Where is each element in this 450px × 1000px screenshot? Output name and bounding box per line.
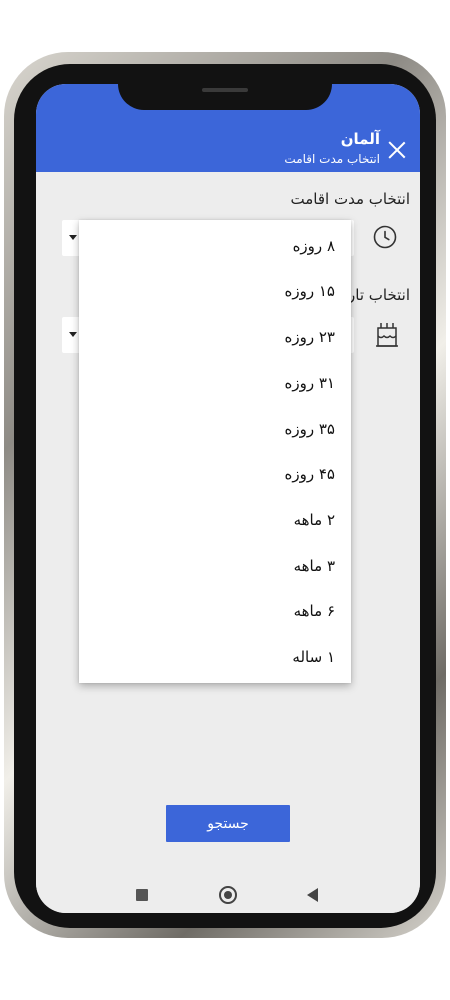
system-nav-bar xyxy=(36,879,420,913)
recents-square-icon[interactable] xyxy=(136,889,148,901)
dropdown-option[interactable]: ۸ روزه xyxy=(293,237,335,255)
app-subtitle: انتخاب مدت اقامت xyxy=(284,152,380,166)
dropdown-option[interactable]: ۳ ماهه xyxy=(294,557,335,575)
back-triangle-icon[interactable] xyxy=(307,888,318,902)
dropdown-option[interactable]: ۱ ساله xyxy=(292,648,335,666)
date-label: انتخاب تار xyxy=(348,286,410,304)
dropdown-arrow-icon[interactable] xyxy=(69,332,77,337)
screen: آلمان انتخاب مدت اقامت انتخاب مدت اقامت … xyxy=(36,84,420,913)
duration-dropdown-menu: ۸ روزه ۱۵ روزه ۲۳ روزه ۳۱ روزه ۳۵ روزه ۴… xyxy=(79,220,351,683)
home-circle-icon[interactable] xyxy=(219,886,237,904)
clock-icon xyxy=(373,225,397,249)
dropdown-option[interactable]: ۶ ماهه xyxy=(294,602,335,620)
dropdown-arrow-icon[interactable] xyxy=(69,235,77,240)
search-button[interactable]: جستجو xyxy=(166,805,290,842)
dropdown-option[interactable]: ۴۵ روزه xyxy=(285,465,335,483)
dropdown-option[interactable]: ۳۵ روزه xyxy=(285,420,335,438)
cake-icon xyxy=(376,323,398,347)
speaker-grille xyxy=(202,88,248,92)
dropdown-option[interactable]: ۳۱ روزه xyxy=(285,374,335,392)
dropdown-option[interactable]: ۱۵ روزه xyxy=(285,282,335,300)
dropdown-option[interactable]: ۲ ماهه xyxy=(294,511,335,529)
app-title: آلمان xyxy=(340,130,380,148)
dropdown-option[interactable]: ۲۳ روزه xyxy=(285,328,335,346)
close-icon[interactable] xyxy=(388,141,406,159)
stay-duration-label: انتخاب مدت اقامت xyxy=(290,190,410,208)
